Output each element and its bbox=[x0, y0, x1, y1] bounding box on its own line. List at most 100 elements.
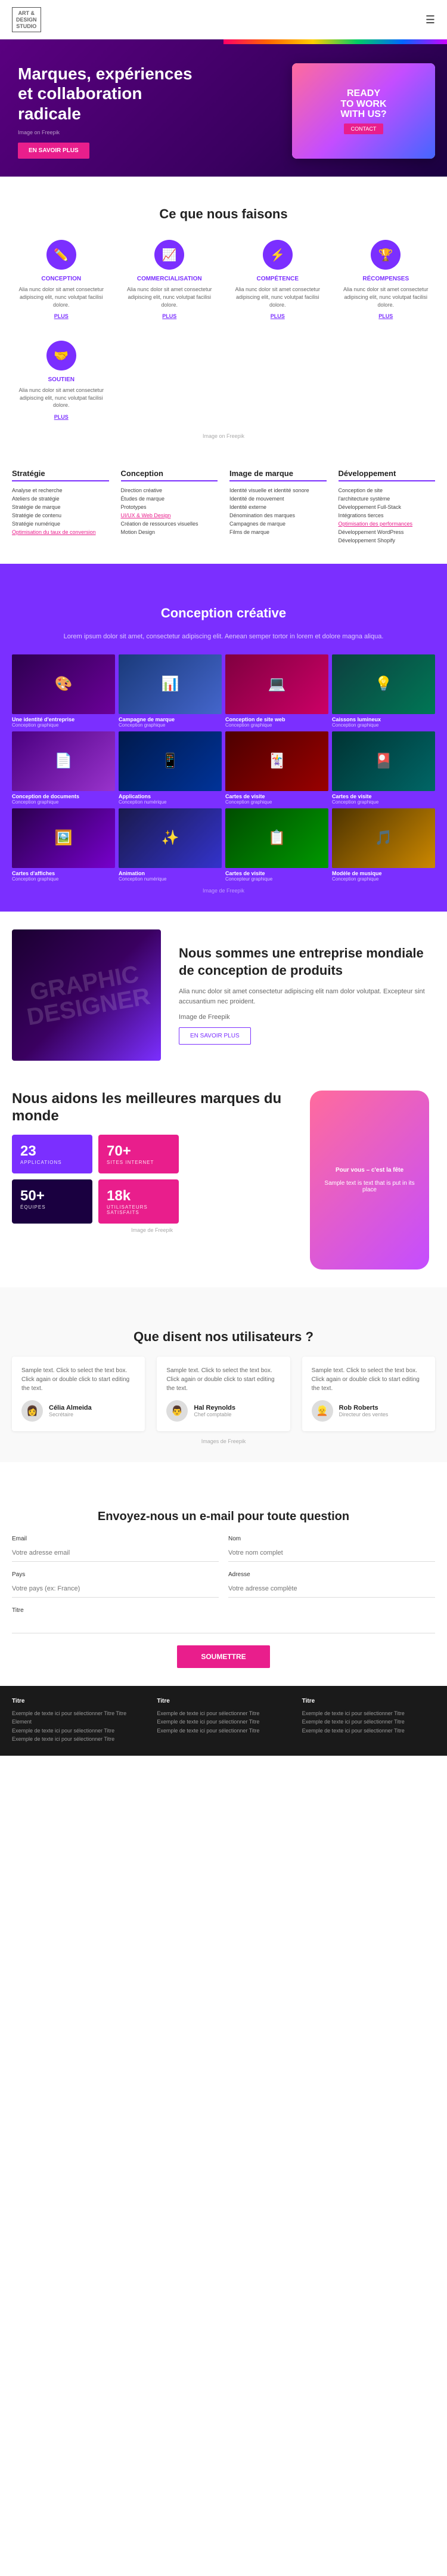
strategy-item: Films de marque bbox=[229, 529, 327, 535]
hero-cta-button[interactable]: EN SAVOIR PLUS bbox=[18, 143, 89, 159]
service-plus[interactable]: PLUS bbox=[234, 313, 321, 319]
footer-link[interactable]: Exemple de texte ici pour sélectionner T… bbox=[157, 1718, 290, 1726]
contact-field: Adresse bbox=[228, 1571, 435, 1598]
strategy-item: Ateliers de stratégie bbox=[12, 496, 109, 502]
portfolio-item[interactable]: 💻 Conception de site web Conception grap… bbox=[225, 654, 328, 728]
service-icon: ✏️ bbox=[46, 240, 76, 270]
strategy-col-title: Image de marque bbox=[229, 469, 327, 481]
portfolio-item[interactable]: 🖼️ Cartes d'affiches Conception graphiqu… bbox=[12, 808, 115, 882]
footer-link[interactable]: Exemple de texte ici pour sélectionner T… bbox=[302, 1709, 435, 1718]
portfolio-item[interactable]: 🃏 Cartes de visite Conception graphique bbox=[225, 731, 328, 805]
portfolio-item[interactable]: 🎵 Modèle de musique Conception graphique bbox=[332, 808, 435, 882]
strategy-link[interactable]: Optimisation des performances bbox=[339, 521, 413, 527]
footer-column: TitreExemple de texte ici pour sélection… bbox=[302, 1698, 435, 1744]
contact-field-input[interactable] bbox=[12, 1545, 219, 1562]
strategy-link[interactable]: Optimisation du taux de conversion bbox=[12, 529, 96, 535]
portfolio-item[interactable]: 📱 Applications Conception numérique bbox=[119, 731, 222, 805]
portfolio-item[interactable]: 💡 Caissons lumineux Conception graphique bbox=[332, 654, 435, 728]
strategy-item: Motion Design bbox=[121, 529, 218, 535]
portfolio-item-sub: Conception numérique bbox=[119, 876, 222, 882]
contact-field: Email bbox=[12, 1536, 219, 1562]
contact-field-input[interactable] bbox=[228, 1580, 435, 1598]
product-title: Nous sommes une entreprise mondiale de c… bbox=[179, 945, 435, 979]
creative-title: Conception créative bbox=[12, 606, 435, 621]
portfolio-img: 📋 bbox=[225, 808, 328, 868]
stat-box: 18k UTILISATEURS SATISFAITS bbox=[98, 1179, 179, 1224]
portfolio-caption: Conception de documents Conception graph… bbox=[12, 793, 115, 805]
strategy-item: Études de marque bbox=[121, 496, 218, 502]
contact-message-input[interactable] bbox=[12, 1616, 435, 1633]
portfolio-item[interactable]: ✨ Animation Conception numérique bbox=[119, 808, 222, 882]
product-section: GRAPHIC DESIGNER Nous sommes une entrepr… bbox=[0, 912, 447, 1079]
service-title: RÉCOMPENSES bbox=[343, 276, 430, 282]
portfolio-img: 🎵 bbox=[332, 808, 435, 868]
footer: TitreExemple de texte ici pour sélection… bbox=[0, 1686, 447, 1756]
portfolio-item-sub: Concepteur graphique bbox=[225, 876, 328, 882]
footer-link[interactable]: Exemple de texte ici pour sélectionner T… bbox=[157, 1709, 290, 1718]
portfolio-item[interactable]: 📄 Conception de documents Conception gra… bbox=[12, 731, 115, 805]
contact-form: Email Nom Pays Adresse Titre SOUMETTRE bbox=[12, 1536, 435, 1668]
portfolio-caption: Cartes d'affiches Conception graphique bbox=[12, 870, 115, 882]
service-plus[interactable]: PLUS bbox=[18, 313, 105, 319]
strategy-item: Développement Full-Stack bbox=[339, 504, 436, 510]
footer-link[interactable]: Exemple de texte ici pour sélectionner T… bbox=[12, 1735, 145, 1743]
portfolio-caption: Modèle de musique Conception graphique bbox=[332, 870, 435, 882]
service-plus[interactable]: PLUS bbox=[126, 313, 213, 319]
footer-link[interactable]: Exemple de texte ici pour sélectionner T… bbox=[157, 1726, 290, 1735]
stats-img-label: Image de Freepik bbox=[12, 1227, 292, 1233]
strategy-item: l'architecture système bbox=[339, 496, 436, 502]
strategy-item: Prototypes bbox=[121, 504, 218, 510]
logo[interactable]: ART & DESIGN STUDIO bbox=[12, 7, 41, 32]
portfolio-item-sub: Conception graphique bbox=[119, 722, 222, 728]
hero-title: Marques, expériences et collaboration ra… bbox=[18, 64, 197, 124]
contact-field-input[interactable] bbox=[12, 1580, 219, 1598]
author-avatar: 👩 bbox=[21, 1400, 43, 1422]
product-image: GRAPHIC DESIGNER bbox=[12, 929, 161, 1061]
strategy-item: Création de ressources visuelles bbox=[121, 521, 218, 527]
footer-link[interactable]: Exemple de texte ici pour sélectionner T… bbox=[12, 1726, 145, 1735]
contact-section: Envoyez-nous un e-mail pour toute questi… bbox=[0, 1462, 447, 1686]
portfolio-item-sub: Conception graphique bbox=[332, 722, 435, 728]
portfolio-item-sub: Conception graphique bbox=[332, 876, 435, 882]
author-info: Rob Roberts Directeur des ventes bbox=[339, 1404, 389, 1417]
strategy-col-title: Stratégie bbox=[12, 469, 109, 481]
testimonial-text: Sample text. Click to select the text bo… bbox=[21, 1366, 135, 1393]
service-icon: 🤝 bbox=[46, 341, 76, 370]
footer-link[interactable]: Exemple de texte ici pour sélectionner T… bbox=[12, 1709, 145, 1726]
portfolio-caption: Campagne de marque Conception graphique bbox=[119, 716, 222, 728]
color-stripe bbox=[224, 39, 447, 44]
portfolio-img: ✨ bbox=[119, 808, 222, 868]
hamburger-menu[interactable]: ☰ bbox=[426, 14, 435, 26]
portfolio-item[interactable]: 📋 Cartes de visite Concepteur graphique bbox=[225, 808, 328, 882]
strategy-link[interactable]: UI/UX & Web Design bbox=[121, 512, 171, 518]
contact-field-input[interactable] bbox=[228, 1545, 435, 1562]
strategy-col-title: Conception bbox=[121, 469, 218, 481]
stat-label: UTILISATEURS SATISFAITS bbox=[107, 1204, 170, 1215]
service-plus[interactable]: PLUS bbox=[18, 414, 105, 420]
footer-link[interactable]: Exemple de texte ici pour sélectionner T… bbox=[302, 1718, 435, 1726]
strategy-item: Identité de mouvement bbox=[229, 496, 327, 502]
portfolio-item[interactable]: 🎴 Cartes de visite Conception graphique bbox=[332, 731, 435, 805]
product-cta-button[interactable]: EN SAVOIR PLUS bbox=[179, 1027, 251, 1045]
services-title: Ce que nous faisons bbox=[12, 206, 435, 222]
laptop-text: READY TO WORK WITH US? bbox=[340, 88, 386, 120]
service-icon: 📈 bbox=[154, 240, 184, 270]
portfolio-item-title: Applications bbox=[119, 793, 222, 799]
strategy-item: Développement WordPress bbox=[339, 529, 436, 535]
portfolio-item[interactable]: 📊 Campagne de marque Conception graphiqu… bbox=[119, 654, 222, 728]
portfolio-caption: Une identité d'entreprise Conception gra… bbox=[12, 716, 115, 728]
portfolio-item-title: Conception de site web bbox=[225, 716, 328, 722]
product-content: Nous sommes une entreprise mondiale de c… bbox=[179, 945, 435, 1045]
portfolio-item[interactable]: 🎨 Une identité d'entreprise Conception g… bbox=[12, 654, 115, 728]
strategy-item: Stratégie de marque bbox=[12, 504, 109, 510]
testimonial-author: 👱 Rob Roberts Directeur des ventes bbox=[312, 1400, 426, 1422]
service-plus[interactable]: PLUS bbox=[343, 313, 430, 319]
product-img-label: Image de Freepik bbox=[179, 1012, 435, 1023]
hero-section: Marques, expériences et collaboration ra… bbox=[0, 39, 447, 177]
stats-section: Nous aidons les meilleures marques du mo… bbox=[0, 1079, 447, 1287]
portfolio-img: 📄 bbox=[12, 731, 115, 791]
footer-link[interactable]: Exemple de texte ici pour sélectionner T… bbox=[302, 1726, 435, 1735]
strategy-column: Image de marqueIdentité visuelle et iden… bbox=[229, 469, 327, 546]
contact-submit-button[interactable]: SOUMETTRE bbox=[177, 1645, 269, 1668]
stats-title: Nous aidons les meilleures marques du mo… bbox=[12, 1091, 292, 1125]
